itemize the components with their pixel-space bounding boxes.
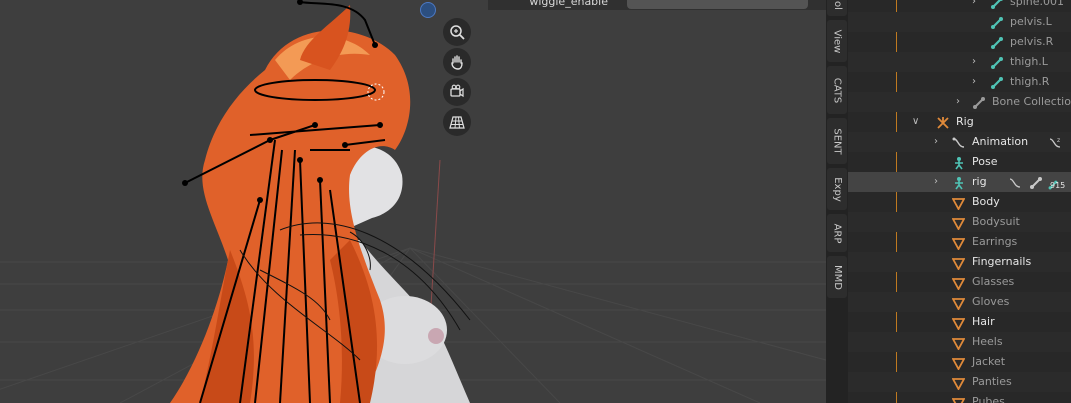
outliner-row-pelvis-r[interactable]: pelvis.R xyxy=(848,32,1071,52)
outliner[interactable]: › spine.001 pelvis.L pelvis.R › thigh.L › thigh… xyxy=(848,0,1071,403)
axis-gizmo-dot[interactable] xyxy=(420,2,436,18)
outliner-row-hair[interactable]: Hair xyxy=(848,312,1071,332)
bone-count-badge: 915 xyxy=(1050,181,1066,190)
tab-arp[interactable]: ARP xyxy=(827,214,847,252)
outliner-row-glasses[interactable]: Glasses xyxy=(848,272,1071,292)
outliner-item-label: Glasses xyxy=(972,275,1015,288)
outliner-row-earrings[interactable]: Earrings xyxy=(848,232,1071,252)
outliner-row-animation[interactable]: › Animation z xyxy=(848,132,1071,152)
camera-view-button[interactable] xyxy=(443,78,471,106)
tab-mmd[interactable]: MMD xyxy=(827,256,847,298)
sidebar-tabs: ol View CATS SENT Expy ARP MMD xyxy=(826,0,848,403)
outliner-row-jacket[interactable]: Jacket xyxy=(848,352,1071,372)
outliner-item-label: Body xyxy=(972,195,1000,208)
disclosure-triangle-icon[interactable]: › xyxy=(934,176,938,187)
outliner-row-pubes[interactable]: Pubes xyxy=(848,392,1071,403)
tab-view[interactable]: View xyxy=(827,20,847,62)
outliner-item-label: thigh.L xyxy=(1010,55,1048,68)
zoom-icon xyxy=(450,25,465,40)
outliner-item-label: Jacket xyxy=(972,355,1006,368)
tab-label: View xyxy=(831,29,843,53)
svg-text:z: z xyxy=(1057,137,1060,144)
viewport-scene xyxy=(0,0,826,403)
outliner-row-pelvis-l[interactable]: pelvis.L xyxy=(848,12,1071,32)
outliner-row-rig[interactable]: › rig 915 xyxy=(848,172,1071,192)
outliner-item-label: Rig xyxy=(956,115,974,128)
tab-label: MMD xyxy=(831,264,843,290)
pan-button[interactable] xyxy=(443,48,471,76)
disclosure-triangle-icon[interactable]: › xyxy=(972,0,976,7)
outliner-item-label: pelvis.L xyxy=(1010,15,1052,28)
outliner-item-label: Pubes xyxy=(972,395,1005,403)
tab-sent[interactable]: SENT xyxy=(827,118,847,164)
outliner-row-bone-collection[interactable]: › Bone Collection xyxy=(848,92,1071,112)
property-value: 0 xyxy=(627,0,808,1)
outliner-item-label: Bodysuit xyxy=(972,215,1020,228)
outliner-item-label: Heels xyxy=(972,335,1003,348)
disclosure-triangle-icon[interactable]: › xyxy=(956,96,960,107)
disclosure-triangle-icon[interactable]: › xyxy=(972,76,976,87)
property-value-field[interactable]: 0 xyxy=(627,0,808,9)
outliner-item-label: Gloves xyxy=(972,295,1010,308)
disclosure-triangle-icon[interactable]: › xyxy=(972,56,976,67)
outliner-row-panties[interactable]: Panties xyxy=(848,372,1071,392)
outliner-item-label: Pose xyxy=(972,155,998,168)
camera-icon xyxy=(450,84,464,98)
tab-label: SENT xyxy=(831,127,843,155)
tab-tool[interactable]: ol xyxy=(827,0,847,16)
outliner-item-label: Animation xyxy=(972,135,1029,148)
outliner-row-thigh-l[interactable]: › thigh.L xyxy=(848,52,1071,72)
outliner-item-label: rig xyxy=(972,175,987,188)
hand-icon xyxy=(451,55,463,70)
disclosure-triangle-icon[interactable]: › xyxy=(934,136,938,147)
3d-viewport[interactable]: wiggle_enable 0 xyxy=(0,0,826,403)
outliner-item-label: Earrings xyxy=(972,235,1018,248)
outliner-item-label: pelvis.R xyxy=(1010,35,1054,48)
outliner-item-label: spine.001 xyxy=(1010,0,1065,8)
outliner-item-label: Panties xyxy=(972,375,1012,388)
outliner-row-rig[interactable]: ∨ Rig xyxy=(848,112,1071,132)
property-label: wiggle_enable xyxy=(529,0,608,8)
outliner-item-label: Hair xyxy=(972,315,995,328)
outliner-row-heels[interactable]: Heels xyxy=(848,332,1071,352)
outliner-row-pose[interactable]: Pose xyxy=(848,152,1071,172)
outliner-row-body[interactable]: Body xyxy=(848,192,1071,212)
tab-label: ol xyxy=(831,0,843,10)
mesh-icon xyxy=(951,395,966,403)
disclosure-triangle-icon[interactable]: ∨ xyxy=(912,116,919,127)
zoom-button[interactable] xyxy=(443,18,471,46)
outliner-item-label: thigh.R xyxy=(1010,75,1050,88)
tab-expy[interactable]: Expy xyxy=(827,168,847,210)
outliner-row-gloves[interactable]: Gloves xyxy=(848,292,1071,312)
outliner-row-bodysuit[interactable]: Bodysuit xyxy=(848,212,1071,232)
ortho-toggle-button[interactable] xyxy=(443,108,471,136)
outliner-item-label: Bone Collection xyxy=(992,95,1071,108)
tab-label: CATS xyxy=(831,77,843,103)
outliner-item-label: Fingernails xyxy=(972,255,1032,268)
tab-cats[interactable]: CATS xyxy=(827,66,847,114)
tab-label: Expy xyxy=(831,176,843,202)
outliner-row-thigh-r[interactable]: › thigh.R xyxy=(848,72,1071,92)
tab-label: ARP xyxy=(831,223,843,243)
grid-icon xyxy=(449,116,465,129)
outliner-row-fingernails[interactable]: Fingernails xyxy=(848,252,1071,272)
outliner-row-spine-001[interactable]: › spine.001 xyxy=(848,0,1071,12)
